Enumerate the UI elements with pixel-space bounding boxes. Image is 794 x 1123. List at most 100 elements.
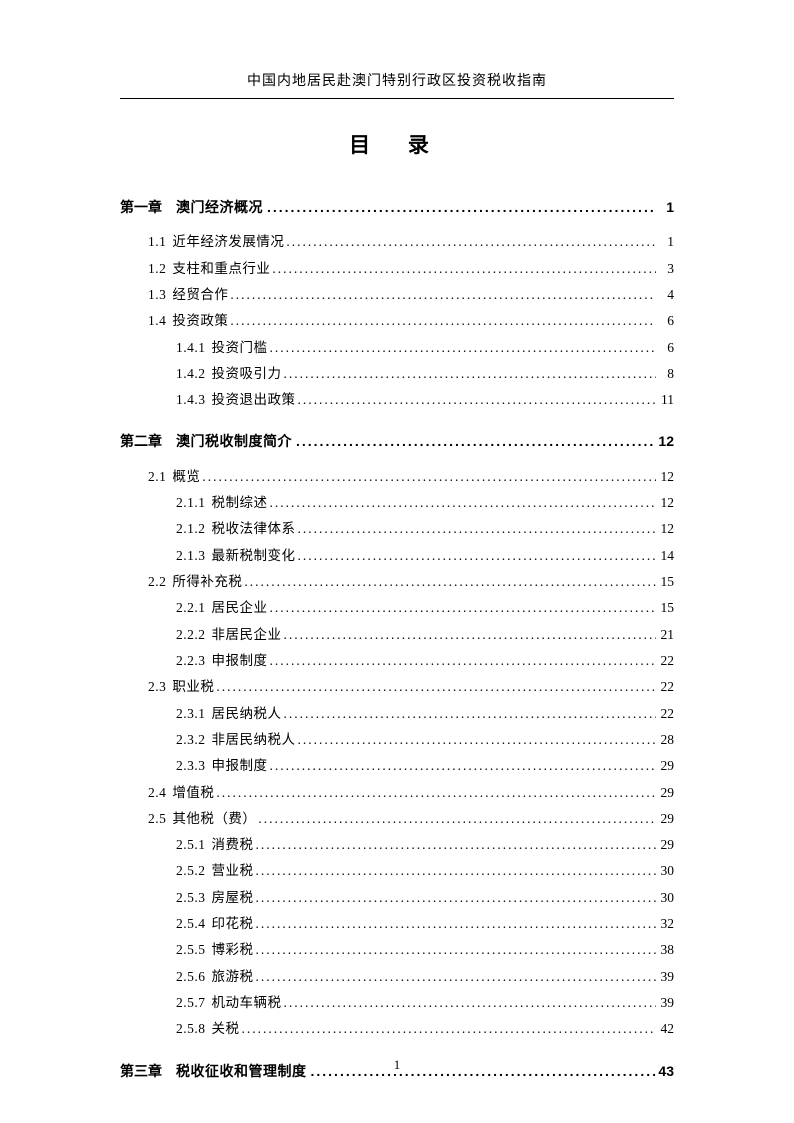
- toc-text: 投资吸引力: [212, 361, 282, 387]
- toc-dots: ........................................…: [214, 780, 656, 806]
- toc-text: 印花税: [212, 911, 254, 937]
- toc-page: 38: [656, 937, 674, 963]
- document-header: 中国内地居民赴澳门特别行政区投资税收指南: [120, 70, 674, 90]
- toc-number: 2.3.1: [120, 701, 212, 727]
- toc-number: 2.4: [120, 780, 172, 806]
- toc-dots: ........................................…: [254, 885, 657, 911]
- toc-number: 2.1: [120, 464, 172, 490]
- toc-dots: ........................................…: [296, 516, 657, 542]
- toc-line: 1.3经贸合作.................................…: [120, 282, 674, 308]
- toc-text: 澳门经济概况: [176, 194, 265, 221]
- toc-number: 2.5.5: [120, 937, 212, 963]
- toc-dots: ........................................…: [296, 387, 657, 413]
- toc-text: 房屋税: [212, 885, 254, 911]
- toc-text: 税制综述: [212, 490, 268, 516]
- toc-line: 2.5.3房屋税................................…: [120, 885, 674, 911]
- toc-page: 30: [656, 858, 674, 884]
- toc-dots: ........................................…: [254, 911, 657, 937]
- toc-dots: ........................................…: [242, 569, 656, 595]
- toc-page: 39: [656, 964, 674, 990]
- toc-number: 2.3.3: [120, 753, 212, 779]
- toc-line: 1.1近年经济发展情况.............................…: [120, 229, 674, 255]
- toc-text: 所得补充税: [172, 569, 242, 595]
- toc-dots: ........................................…: [254, 964, 657, 990]
- toc-number: 2.5: [120, 806, 172, 832]
- toc-line: 2.2所得补充税................................…: [120, 569, 674, 595]
- toc-page: 39: [656, 990, 674, 1016]
- toc-page: 15: [656, 569, 674, 595]
- toc-dots: ........................................…: [254, 937, 657, 963]
- toc-number: 2.2: [120, 569, 172, 595]
- toc-text: 关税: [212, 1016, 240, 1042]
- toc-text: 投资退出政策: [212, 387, 296, 413]
- toc-text: 增值税: [172, 780, 214, 806]
- toc-text: 居民纳税人: [212, 701, 282, 727]
- toc-page: 14: [656, 543, 674, 569]
- toc-dots: ........................................…: [214, 674, 656, 700]
- toc-text: 支柱和重点行业: [172, 256, 270, 282]
- toc-number: 2.5.4: [120, 911, 212, 937]
- toc-line: 2.5其他税（费）...............................…: [120, 806, 674, 832]
- toc-text: 经贸合作: [172, 282, 228, 308]
- toc-text: 非居民企业: [212, 622, 282, 648]
- toc-line: 1.4投资政策.................................…: [120, 308, 674, 334]
- toc-text: 申报制度: [212, 753, 268, 779]
- toc-dots: ........................................…: [254, 858, 657, 884]
- toc-page: 29: [656, 780, 674, 806]
- toc-line: 1.4.2投资吸引力..............................…: [120, 361, 674, 387]
- toc-dots: ........................................…: [282, 361, 657, 387]
- toc-number: 1.4.3: [120, 387, 212, 413]
- header-divider: [120, 98, 674, 99]
- toc-dots: ........................................…: [240, 1016, 657, 1042]
- toc-text: 其他税（费）: [172, 806, 256, 832]
- toc-line: 2.5.4印花税................................…: [120, 911, 674, 937]
- toc-dots: ........................................…: [294, 428, 656, 455]
- toc-page: 12: [656, 428, 674, 455]
- toc-title: 目 录: [120, 129, 674, 159]
- toc-line: 2.5.1消费税................................…: [120, 832, 674, 858]
- toc-dots: ........................................…: [284, 229, 656, 255]
- toc-number: 1.1: [120, 229, 172, 255]
- toc-text: 消费税: [212, 832, 254, 858]
- toc-chapter-prefix: 第二章: [120, 428, 176, 455]
- toc-dots: ........................................…: [282, 701, 657, 727]
- toc-chapter-prefix: 第一章: [120, 194, 176, 221]
- toc-line: 2.3职业税..................................…: [120, 674, 674, 700]
- toc-number: 2.2.1: [120, 595, 212, 621]
- toc-text: 申报制度: [212, 648, 268, 674]
- toc-dots: ........................................…: [228, 308, 656, 334]
- toc-page: 15: [656, 595, 674, 621]
- toc-text: 投资政策: [172, 308, 228, 334]
- toc-page: 32: [656, 911, 674, 937]
- toc-line: 2.1概览...................................…: [120, 464, 674, 490]
- toc-line: 2.2.3申报制度...............................…: [120, 648, 674, 674]
- toc-line: 2.5.5博彩税................................…: [120, 937, 674, 963]
- toc-number: 2.5.3: [120, 885, 212, 911]
- toc-number: 2.2.2: [120, 622, 212, 648]
- toc-line: 2.1.3最新税制变化.............................…: [120, 543, 674, 569]
- toc-page: 29: [656, 832, 674, 858]
- toc-line: 2.5.8关税.................................…: [120, 1016, 674, 1042]
- toc-number: 2.5.7: [120, 990, 212, 1016]
- toc-dots: ........................................…: [270, 256, 656, 282]
- toc-text: 旅游税: [212, 964, 254, 990]
- toc-number: 1.3: [120, 282, 172, 308]
- toc-dots: ........................................…: [268, 490, 657, 516]
- toc-line: 2.1.2税收法律体系.............................…: [120, 516, 674, 542]
- toc-dots: ........................................…: [228, 282, 656, 308]
- toc-text: 营业税: [212, 858, 254, 884]
- toc-line: 2.2.1居民企业...............................…: [120, 595, 674, 621]
- toc-page: 12: [656, 464, 674, 490]
- toc-line: 第二章澳门税收制度简介.............................…: [120, 428, 674, 455]
- toc-dots: ........................................…: [296, 543, 657, 569]
- toc-dots: ........................................…: [268, 648, 657, 674]
- toc-line: 1.2支柱和重点行业..............................…: [120, 256, 674, 282]
- toc-dots: ........................................…: [268, 595, 657, 621]
- toc-text: 最新税制变化: [212, 543, 296, 569]
- toc-line: 2.3.1居民纳税人..............................…: [120, 701, 674, 727]
- toc-line: 第一章澳门经济概况...............................…: [120, 194, 674, 221]
- toc-text: 居民企业: [212, 595, 268, 621]
- toc-dots: ........................................…: [254, 832, 657, 858]
- toc-text: 博彩税: [212, 937, 254, 963]
- toc-page: 6: [656, 335, 674, 361]
